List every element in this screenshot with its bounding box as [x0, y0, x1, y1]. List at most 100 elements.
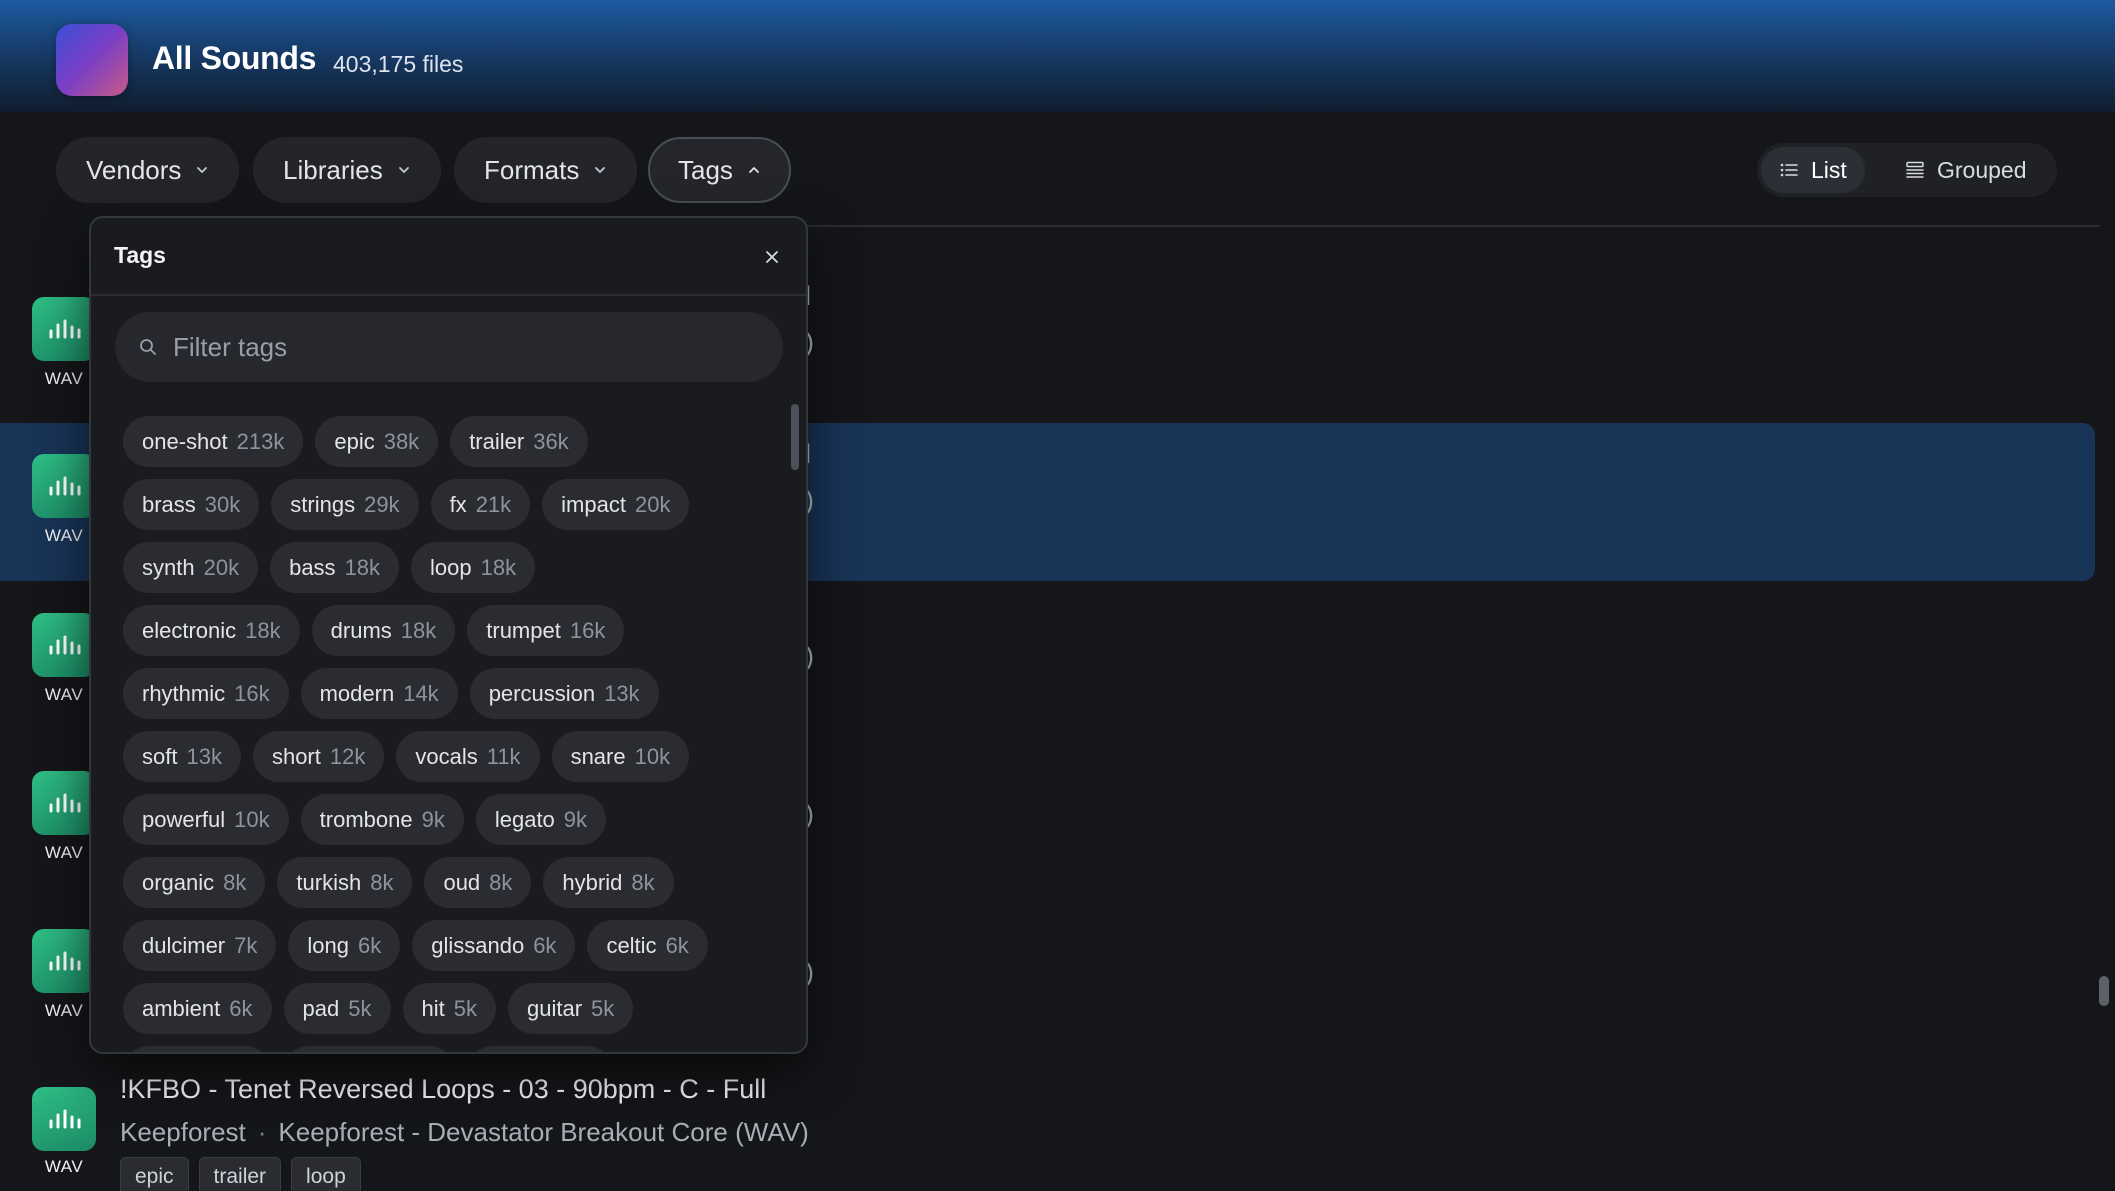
tag-name: modern: [319, 680, 395, 706]
tag-chip[interactable]: impact 20k: [542, 479, 690, 530]
sound-library[interactable]: Keepforest - Devastator Breakout Core (W…: [278, 1117, 808, 1147]
tag-name: trumpet: [486, 617, 561, 643]
grouped-view-button[interactable]: Grouped: [1887, 147, 2045, 193]
vendors-filter-label: Vendors: [86, 154, 182, 185]
tag-chip[interactable]: guitar 5k: [508, 983, 634, 1034]
tag-list-scrollbar[interactable]: [791, 404, 799, 470]
formats-filter-label: Formats: [484, 154, 580, 185]
chevron-up-icon: [747, 163, 761, 177]
tag-chip[interactable]: loop 18k: [411, 542, 536, 593]
tag-search-field[interactable]: [115, 312, 783, 382]
tag-chip[interactable]: legato 9k: [475, 794, 607, 845]
tag-chip[interactable]: dulcimer 7k: [123, 920, 277, 971]
tag-name: epic: [334, 428, 375, 454]
tag-chip[interactable]: rhythmic 16k: [123, 668, 289, 719]
tag-count: 5k: [591, 995, 615, 1021]
tag-chip[interactable]: percussion 13k: [469, 668, 659, 719]
format-label: WAV: [44, 843, 84, 862]
tag-chip[interactable]: turkish 8k: [277, 857, 413, 908]
tag-chip-partial[interactable]: [467, 1046, 613, 1052]
tag-name: glissando: [431, 932, 525, 958]
formats-filter-button[interactable]: Formats: [454, 137, 638, 203]
tag-chip[interactable]: ambient 6k: [123, 983, 272, 1034]
tag-chip[interactable]: modern 14k: [300, 668, 458, 719]
chevron-down-icon: [397, 163, 411, 177]
tag-count: 9k: [421, 806, 445, 832]
tag-chip[interactable]: glissando 6k: [412, 920, 576, 971]
tag-chip[interactable]: trombone 9k: [300, 794, 464, 845]
tag-name: brass: [142, 491, 196, 517]
tag-chip[interactable]: hybrid 8k: [543, 857, 674, 908]
tag-chip[interactable]: powerful 10k: [123, 794, 289, 845]
app-header: All Sounds 403,175 files: [0, 0, 2115, 112]
tag-count: 5k: [453, 995, 477, 1021]
tag-chip-partial[interactable]: [283, 1046, 455, 1052]
tag-name: strings: [290, 491, 356, 517]
tag-name: short: [271, 743, 321, 769]
tag-name: synth: [142, 554, 195, 580]
tag-chip[interactable]: oud 8k: [424, 857, 532, 908]
tag-chip[interactable]: trumpet 16k: [467, 605, 625, 656]
tag-name: organic: [142, 869, 215, 895]
libraries-filter-button[interactable]: Libraries: [253, 137, 441, 203]
vendors-filter-button[interactable]: Vendors: [56, 137, 240, 203]
tag-chip[interactable]: short 12k: [252, 731, 385, 782]
format-label: WAV: [44, 1001, 84, 1020]
waveform-icon: [32, 454, 96, 518]
tag-name: long: [307, 932, 349, 958]
tag-chip[interactable]: hit 5k: [402, 983, 496, 1034]
tag-search-input[interactable]: [173, 331, 733, 363]
sound-meta: Keepforest · Keepforest - Devastator Break…: [120, 1117, 809, 1148]
tag-list: one-shot 213k epic 38k trailer 36k brass 30k…: [123, 416, 763, 1052]
close-icon[interactable]: [761, 246, 783, 268]
tag-name: guitar: [527, 995, 583, 1021]
tag-count: 8k: [370, 869, 394, 895]
tag-count: 9k: [563, 806, 588, 832]
sound-tags: epic trailer loop: [120, 1157, 361, 1191]
tag-name: trombone: [319, 806, 413, 832]
format-label: WAV: [44, 685, 84, 704]
sound-tag[interactable]: loop: [291, 1157, 361, 1191]
list-view-button[interactable]: List: [1761, 147, 1865, 193]
tag-count: 20k: [203, 554, 240, 580]
tag-chip-partial[interactable]: [123, 1046, 271, 1052]
tag-chip[interactable]: long 6k: [288, 920, 401, 971]
tag-count: 7k: [234, 932, 258, 958]
tag-chip[interactable]: synth 20k: [123, 542, 259, 593]
sound-vendor[interactable]: Keepforest: [120, 1117, 246, 1147]
tag-chip[interactable]: celtic 6k: [587, 920, 708, 971]
tag-chip[interactable]: bass 18k: [270, 542, 400, 593]
tag-count: 13k: [186, 743, 222, 769]
page-scrollbar[interactable]: [2099, 976, 2109, 1006]
tag-chip[interactable]: drums 18k: [311, 605, 456, 656]
tag-chip[interactable]: snare 10k: [551, 731, 690, 782]
tag-chip[interactable]: trailer 36k: [450, 416, 588, 467]
chevron-down-icon: [593, 163, 607, 177]
sound-tag[interactable]: trailer: [198, 1157, 282, 1191]
tag-chip[interactable]: electronic 18k: [123, 605, 300, 656]
tag-name: powerful: [142, 806, 226, 832]
tag-chip[interactable]: vocals 11k: [396, 731, 540, 782]
tag-count: 10k: [634, 743, 671, 769]
sound-row[interactable]: WAV !KFBO - Tenet Reversed Loops - 03 - …: [0, 1071, 2095, 1191]
tags-filter-button[interactable]: Tags: [648, 137, 791, 203]
tag-count: 213k: [236, 428, 285, 454]
page-title: All Sounds: [152, 40, 317, 76]
tag-chip[interactable]: fx 21k: [430, 479, 531, 530]
tag-count: 6k: [229, 995, 253, 1021]
tag-chip[interactable]: soft 13k: [123, 731, 241, 782]
tag-count: 14k: [403, 680, 439, 706]
tag-chip[interactable]: strings 29k: [271, 479, 419, 530]
tag-chip[interactable]: brass 30k: [123, 479, 260, 530]
sound-title[interactable]: !KFBO - Tenet Reversed Loops - 03 - 90bp…: [120, 1074, 766, 1105]
tag-count: 20k: [634, 491, 671, 517]
tag-name: oud: [443, 869, 481, 895]
tag-chip[interactable]: epic 38k: [315, 416, 439, 467]
tag-chip[interactable]: one-shot 213k: [123, 416, 304, 467]
tag-count: 10k: [234, 806, 270, 832]
tag-chip[interactable]: pad 5k: [283, 983, 391, 1034]
sound-tag[interactable]: epic: [120, 1157, 189, 1191]
tag-chip[interactable]: organic 8k: [123, 857, 266, 908]
tags-filter-label: Tags: [678, 154, 733, 185]
tag-count: 18k: [400, 617, 437, 643]
